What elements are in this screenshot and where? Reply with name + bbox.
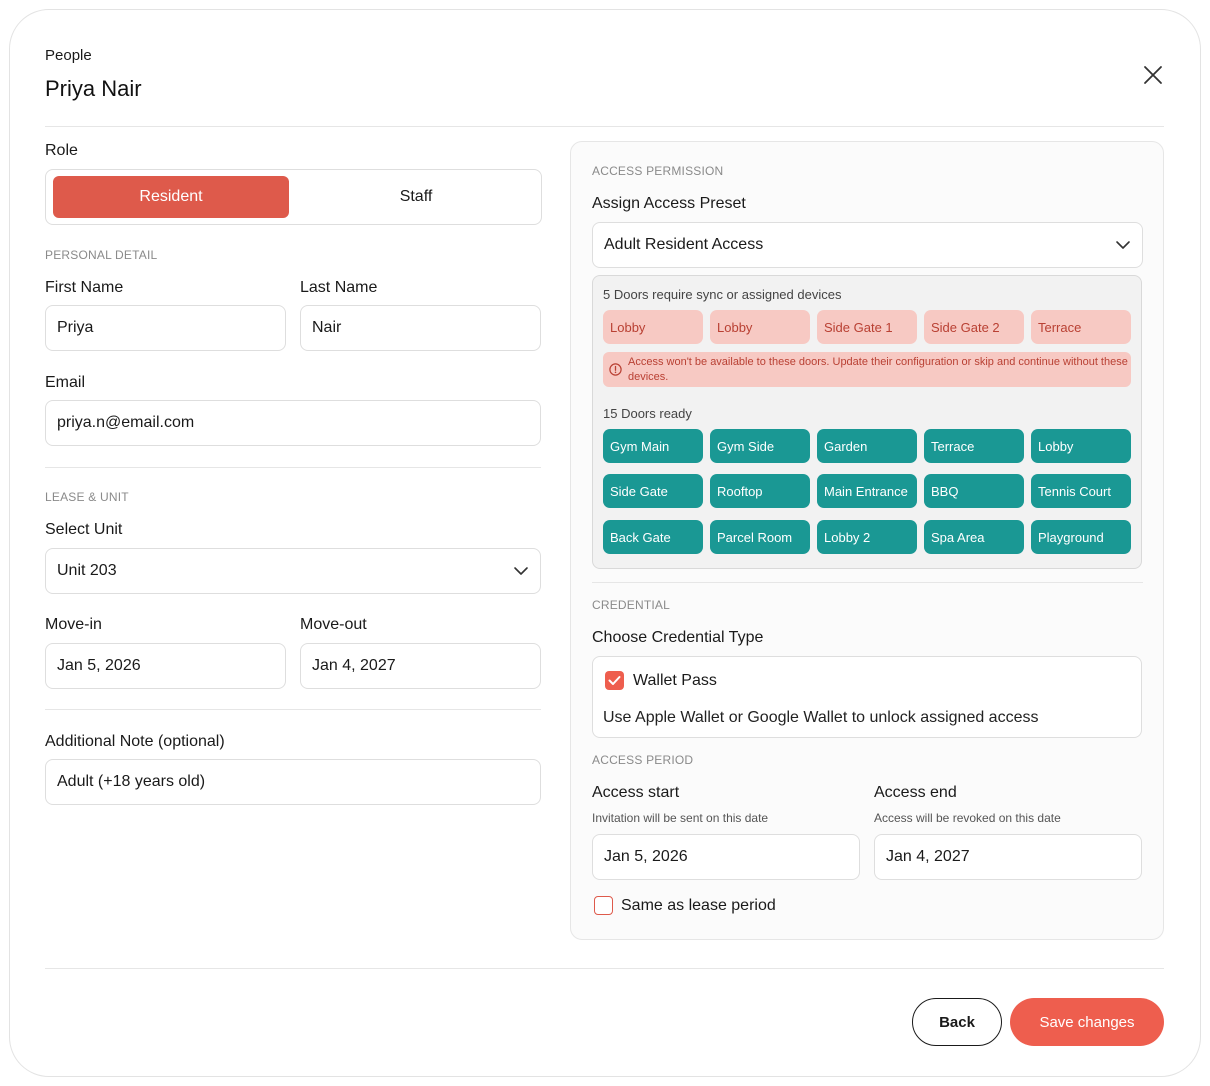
footer-divider [45,968,1164,969]
sync-warning: Access won't be available to these doors… [603,352,1131,387]
ready-door-chip[interactable]: Gym Main [603,429,703,463]
section-lease-unit: LEASE & UNIT [45,490,129,504]
access-end-input[interactable]: Jan 4, 2027 [874,834,1142,880]
note-value: Adult (+18 years old) [57,773,206,790]
sync-door-chip[interactable]: Lobby [710,310,810,344]
ready-door-chip[interactable]: Playground [1031,520,1131,554]
role-label: Role [45,142,78,159]
divider [45,709,541,710]
access-end-value: Jan 4, 2027 [886,848,970,865]
warning-text: Access won't be available to these doors… [628,356,1128,383]
access-start-label: Access start [592,784,680,801]
last-name-label: Last Name [300,279,378,296]
sync-heading: 5 Doors require sync or assigned devices [603,287,842,302]
ready-door-chip[interactable]: Main Entrance [817,474,917,508]
note-input[interactable]: Adult (+18 years old) [45,759,541,805]
preset-label: Assign Access Preset [592,195,746,212]
unit-value: Unit 203 [57,562,117,579]
section-access-permission: ACCESS PERMISSION [592,164,724,178]
last-name-input[interactable]: Nair [300,305,541,351]
ready-door-chip[interactable]: Spa Area [924,520,1024,554]
same-as-lease-checkbox[interactable] [594,896,613,915]
close-icon[interactable] [1142,64,1164,86]
ready-door-chip[interactable]: Lobby 2 [817,520,917,554]
divider [45,467,541,468]
alert-circle-icon [609,363,622,376]
access-end-hint: Access will be revoked on this date [874,811,1061,825]
first-name-input[interactable]: Priya [45,305,286,351]
sync-door-chip[interactable]: Lobby [603,310,703,344]
wallet-pass-checkbox[interactable] [605,671,624,690]
save-changes-button[interactable]: Save changes [1010,998,1164,1046]
ready-door-chip[interactable]: BBQ [924,474,1024,508]
ready-door-chip[interactable]: Rooftop [710,474,810,508]
chevron-down-icon [514,567,528,575]
section-personal-detail: PERSONAL DETAIL [45,248,158,262]
move-in-input[interactable]: Jan 5, 2026 [45,643,286,689]
role-segmented-control: Resident Staff [45,169,542,225]
last-name-value: Nair [312,319,342,336]
chevron-down-icon [1116,241,1130,249]
ready-heading: 15 Doors ready [603,406,692,421]
doors-box: 5 Doors require sync or assigned devices… [592,275,1142,569]
move-out-label: Move-out [300,616,367,633]
access-start-value: Jan 5, 2026 [604,848,688,865]
ready-door-chip[interactable]: Tennis Court [1031,474,1131,508]
section-credential: CREDENTIAL [592,598,671,612]
section-access-period: ACCESS PERIOD [592,753,694,767]
check-icon [608,676,621,685]
credential-type-label: Choose Credential Type [592,629,764,646]
ready-door-chip[interactable]: Back Gate [603,520,703,554]
page-title: Priya Nair [45,76,142,101]
ready-door-chip[interactable]: Side Gate [603,474,703,508]
email-label: Email [45,374,86,391]
back-button[interactable]: Back [912,998,1002,1046]
sync-door-chip[interactable]: Terrace [1031,310,1131,344]
email-value: priya.n@email.com [57,414,195,431]
access-panel: ACCESS PERMISSION Assign Access Preset A… [570,141,1164,940]
wallet-pass-option[interactable]: Wallet Pass Use Apple Wallet or Google W… [592,656,1142,738]
role-option-staff[interactable]: Staff [298,176,534,218]
access-start-input[interactable]: Jan 5, 2026 [592,834,860,880]
same-as-lease-label[interactable]: Same as lease period [621,897,776,915]
sync-door-chip[interactable]: Side Gate 2 [924,310,1024,344]
move-in-value: Jan 5, 2026 [57,657,141,674]
header-divider [45,126,1164,127]
email-input[interactable]: priya.n@email.com [45,400,541,446]
ready-door-chip[interactable]: Parcel Room [710,520,810,554]
unit-select[interactable]: Unit 203 [45,548,541,594]
ready-door-chip[interactable]: Garden [817,429,917,463]
wallet-pass-label: Wallet Pass [633,672,717,689]
first-name-label: First Name [45,279,124,296]
first-name-value: Priya [57,319,94,336]
access-preset-select[interactable]: Adult Resident Access [592,222,1143,268]
preset-value: Adult Resident Access [604,236,764,253]
sync-door-chip[interactable]: Side Gate 1 [817,310,917,344]
divider [592,582,1143,583]
access-start-hint: Invitation will be sent on this date [592,811,769,825]
move-in-label: Move-in [45,616,102,633]
role-option-resident[interactable]: Resident [53,176,289,218]
access-end-label: Access end [874,784,957,801]
ready-door-chip[interactable]: Terrace [924,429,1024,463]
breadcrumb[interactable]: People [45,47,92,64]
ready-door-chip[interactable]: Lobby [1031,429,1131,463]
note-label: Additional Note (optional) [45,733,225,750]
move-out-value: Jan 4, 2027 [312,657,396,674]
ready-door-chip[interactable]: Gym Side [710,429,810,463]
select-unit-label: Select Unit [45,521,123,538]
wallet-pass-description: Use Apple Wallet or Google Wallet to unl… [603,709,1039,726]
move-out-input[interactable]: Jan 4, 2027 [300,643,541,689]
